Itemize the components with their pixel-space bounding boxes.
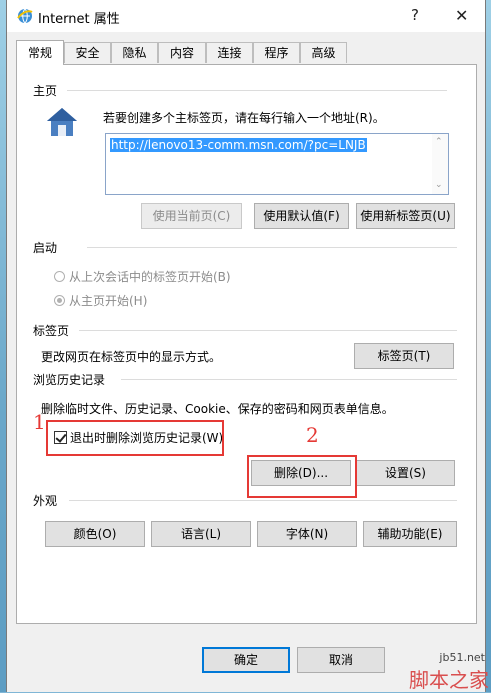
use-default-button[interactable]: 使用默认值(F) [254,203,349,229]
startup-divider [87,247,457,248]
internet-options-dialog: Internet 属性 ? ✕ 常规 安全 隐私 内容 连接 程序 高级 主页 … [6,0,486,692]
watermark-brand: 脚本之家 [409,668,489,692]
home-divider [67,90,447,91]
ie-globe-icon [17,8,33,24]
appearance-divider [69,500,457,501]
scroll-down-icon[interactable]: ⌄ [435,180,443,190]
fonts-button[interactable]: 字体(N) [257,521,357,547]
ok-button[interactable]: 确定 [202,647,290,673]
startup-last-session-label: 从上次会话中的标签页开始(B) [69,270,231,284]
home-url-textarea[interactable]: http://lenovo13-comm.msn.com/?pc=LNJB ⌃ … [105,133,449,195]
tabs-section-title: 标签页 [33,322,76,339]
appearance-section-title: 外观 [33,492,64,509]
home-url-value: http://lenovo13-comm.msn.com/?pc=LNJB [110,138,367,152]
help-button[interactable]: ? [411,6,419,24]
startup-home-label: 从主页开始(H) [69,294,148,308]
watermark-site: jb51.net [439,651,485,664]
cancel-button[interactable]: 取消 [297,647,385,673]
annotation-box-2 [247,455,357,498]
tabs-button[interactable]: 标签页(T) [354,343,454,369]
tab-security[interactable]: 安全 [64,42,111,63]
use-current-button[interactable]: 使用当前页(C) [141,203,242,229]
annotation-box-1 [46,420,224,456]
home-section-title: 主页 [33,82,64,99]
colors-button[interactable]: 颜色(O) [45,521,145,547]
tab-advanced[interactable]: 高级 [300,42,347,63]
title-bar: Internet 属性 ? ✕ [7,0,485,32]
startup-last-session-radio[interactable] [54,271,65,282]
accessibility-button[interactable]: 辅助功能(E) [363,521,457,547]
close-button[interactable]: ✕ [455,6,468,25]
use-new-tab-button[interactable]: 使用新标签页(U) [356,203,455,229]
annotation-number-2: 2 [306,423,319,447]
tab-connections[interactable]: 连接 [206,42,253,63]
home-icon [47,108,77,136]
tab-privacy[interactable]: 隐私 [111,42,158,63]
history-divider [121,379,457,380]
tab-content[interactable]: 内容 [158,42,206,63]
history-settings-button[interactable]: 设置(S) [356,460,455,486]
general-tab-panel: 主页 若要创建多个主标签页，请在每行输入一个地址(R)。 http://leno… [16,64,477,624]
tab-programs[interactable]: 程序 [253,42,300,63]
tab-general[interactable]: 常规 [16,40,64,65]
annotation-number-1: 1 [33,410,46,434]
window-title: Internet 属性 [38,12,120,27]
tabs-divider [79,330,457,331]
home-description: 若要创建多个主标签页，请在每行输入一个地址(R)。 [103,111,385,125]
startup-home-radio[interactable] [54,295,65,306]
tabs-description: 更改网页在标签页中的显示方式。 [41,350,222,364]
scroll-up-icon[interactable]: ⌃ [435,137,443,147]
textarea-scrollbar[interactable]: ⌃ ⌄ [432,134,448,194]
history-section-title: 浏览历史记录 [33,371,112,388]
startup-section-title: 启动 [33,239,64,256]
history-description: 删除临时文件、历史记录、Cookie、保存的密码和网页表单信息。 [41,402,394,416]
languages-button[interactable]: 语言(L) [151,521,251,547]
